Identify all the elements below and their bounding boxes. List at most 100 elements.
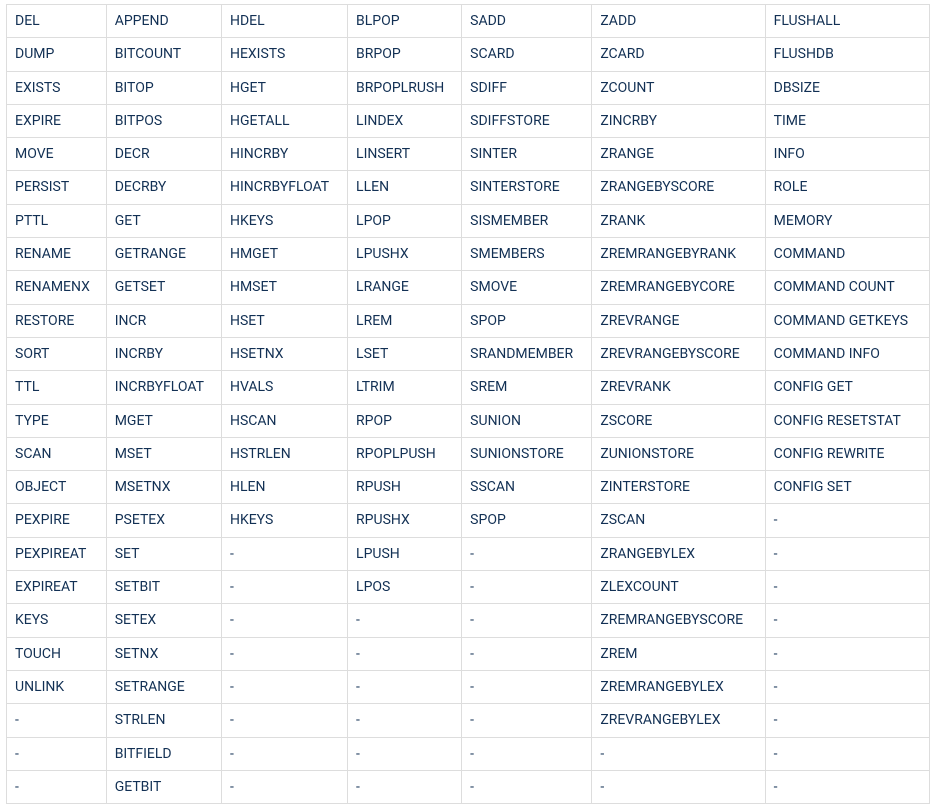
table-cell: ZLEXCOUNT: [592, 571, 765, 604]
table-row: SCANMSETHSTRLENRPOPLPUSHSUNIONSTOREZUNIO…: [7, 437, 930, 470]
table-cell: -: [348, 670, 462, 703]
table-cell: HINCRBYFLOAT: [221, 171, 347, 204]
table-cell: -: [221, 770, 347, 803]
table-cell: SET: [106, 537, 221, 570]
table-cell: ZREMRANGEBYLEX: [592, 670, 765, 703]
table-cell: ZSCORE: [592, 404, 765, 437]
table-cell: -: [765, 637, 929, 670]
table-cell: -: [348, 637, 462, 670]
table-cell: RESTORE: [7, 304, 107, 337]
table-cell: RPOPLPUSH: [348, 437, 462, 470]
table-cell: KEYS: [7, 604, 107, 637]
table-cell: LTRIM: [348, 371, 462, 404]
table-cell: SMEMBERS: [462, 238, 592, 271]
table-cell: SETBIT: [106, 571, 221, 604]
table-cell: -: [765, 537, 929, 570]
table-cell: HLEN: [221, 471, 347, 504]
table-cell: INCR: [106, 304, 221, 337]
table-cell: ZADD: [592, 5, 765, 38]
table-cell: SUNIONSTORE: [462, 437, 592, 470]
table-row: KEYSSETEX---ZREMRANGEBYSCORE-: [7, 604, 930, 637]
table-cell: HKEYS: [221, 504, 347, 537]
table-cell: SETNX: [106, 637, 221, 670]
table-cell: SINTER: [462, 138, 592, 171]
table-cell: GETRANGE: [106, 238, 221, 271]
table-cell: APPEND: [106, 5, 221, 38]
table-cell: STRLEN: [106, 704, 221, 737]
table-cell: GET: [106, 204, 221, 237]
table-cell: RPUSH: [348, 471, 462, 504]
table-row: MOVEDECRHINCRBYLINSERTSINTERZRANGEINFO: [7, 138, 930, 171]
table-cell: LINDEX: [348, 104, 462, 137]
table-cell: LREM: [348, 304, 462, 337]
table-cell: -: [765, 704, 929, 737]
table-cell: -: [462, 571, 592, 604]
table-cell: ROLE: [765, 171, 929, 204]
table-cell: MSETNX: [106, 471, 221, 504]
table-row: SORTINCRBYHSETNXLSETSRANDMEMBERZREVRANGE…: [7, 337, 930, 370]
table-cell: BRPOP: [348, 38, 462, 71]
table-cell: SSCAN: [462, 471, 592, 504]
table-row: -BITFIELD-----: [7, 737, 930, 770]
table-cell: BRPOPLRUSH: [348, 71, 462, 104]
table-cell: -: [7, 737, 107, 770]
table-cell: RPOP: [348, 404, 462, 437]
table-cell: SCAN: [7, 437, 107, 470]
table-cell: GETBIT: [106, 770, 221, 803]
table-cell: BITPOS: [106, 104, 221, 137]
table-cell: SINTERSTORE: [462, 171, 592, 204]
table-cell: SMOVE: [462, 271, 592, 304]
table-row: PEXPIREATSET-LPUSH-ZRANGEBYLEX-: [7, 537, 930, 570]
table-cell: -: [348, 704, 462, 737]
table-cell: SETEX: [106, 604, 221, 637]
table-cell: GETSET: [106, 271, 221, 304]
table-cell: HINCRBY: [221, 138, 347, 171]
table-cell: SORT: [7, 337, 107, 370]
table-row: -GETBIT-----: [7, 770, 930, 803]
table-cell: ZINTERSTORE: [592, 471, 765, 504]
table-cell: PSETEX: [106, 504, 221, 537]
table-cell: CONFIG REWRITE: [765, 437, 929, 470]
table-cell: ZCARD: [592, 38, 765, 71]
table-row: EXPIREBITPOSHGETALLLINDEXSDIFFSTOREZINCR…: [7, 104, 930, 137]
table-cell: BITCOUNT: [106, 38, 221, 71]
table-cell: -: [221, 604, 347, 637]
table-row: DUMPBITCOUNTHEXISTSBRPOPSCARDZCARDFLUSHD…: [7, 38, 930, 71]
table-cell: COMMAND INFO: [765, 337, 929, 370]
table-cell: COMMAND: [765, 238, 929, 271]
table-cell: HEXISTS: [221, 38, 347, 71]
table-cell: -: [221, 637, 347, 670]
table-cell: ZRANGEBYSCORE: [592, 171, 765, 204]
table-cell: LRANGE: [348, 271, 462, 304]
table-cell: LPUSHX: [348, 238, 462, 271]
table-cell: -: [462, 537, 592, 570]
table-cell: COMMAND GETKEYS: [765, 304, 929, 337]
table-cell: BLPOP: [348, 5, 462, 38]
table-cell: BITOP: [106, 71, 221, 104]
table-cell: ZRANK: [592, 204, 765, 237]
table-cell: CONFIG GET: [765, 371, 929, 404]
table-cell: -: [462, 770, 592, 803]
table-row: -STRLEN---ZREVRANGEBYLEX-: [7, 704, 930, 737]
table-cell: PTTL: [7, 204, 107, 237]
table-cell: -: [765, 770, 929, 803]
table-row: DELAPPENDHDELBLPOPSADDZADDFLUSHALL: [7, 5, 930, 38]
table-cell: HSET: [221, 304, 347, 337]
table-cell: -: [765, 670, 929, 703]
table-row: UNLINKSETRANGE---ZREMRANGEBYLEX-: [7, 670, 930, 703]
table-cell: DECRBY: [106, 171, 221, 204]
table-cell: SPOP: [462, 304, 592, 337]
table-cell: -: [592, 770, 765, 803]
table-cell: FLUSHDB: [765, 38, 929, 71]
table-cell: HSTRLEN: [221, 437, 347, 470]
table-cell: MGET: [106, 404, 221, 437]
table-cell: LPOP: [348, 204, 462, 237]
table-cell: MEMORY: [765, 204, 929, 237]
table-cell: INCRBY: [106, 337, 221, 370]
commands-table-body: DELAPPENDHDELBLPOPSADDZADDFLUSHALLDUMPBI…: [7, 5, 930, 804]
table-cell: LPUSH: [348, 537, 462, 570]
table-cell: -: [765, 604, 929, 637]
table-cell: TIME: [765, 104, 929, 137]
table-cell: SUNION: [462, 404, 592, 437]
table-row: OBJECTMSETNXHLENRPUSHSSCANZINTERSTORECON…: [7, 471, 930, 504]
